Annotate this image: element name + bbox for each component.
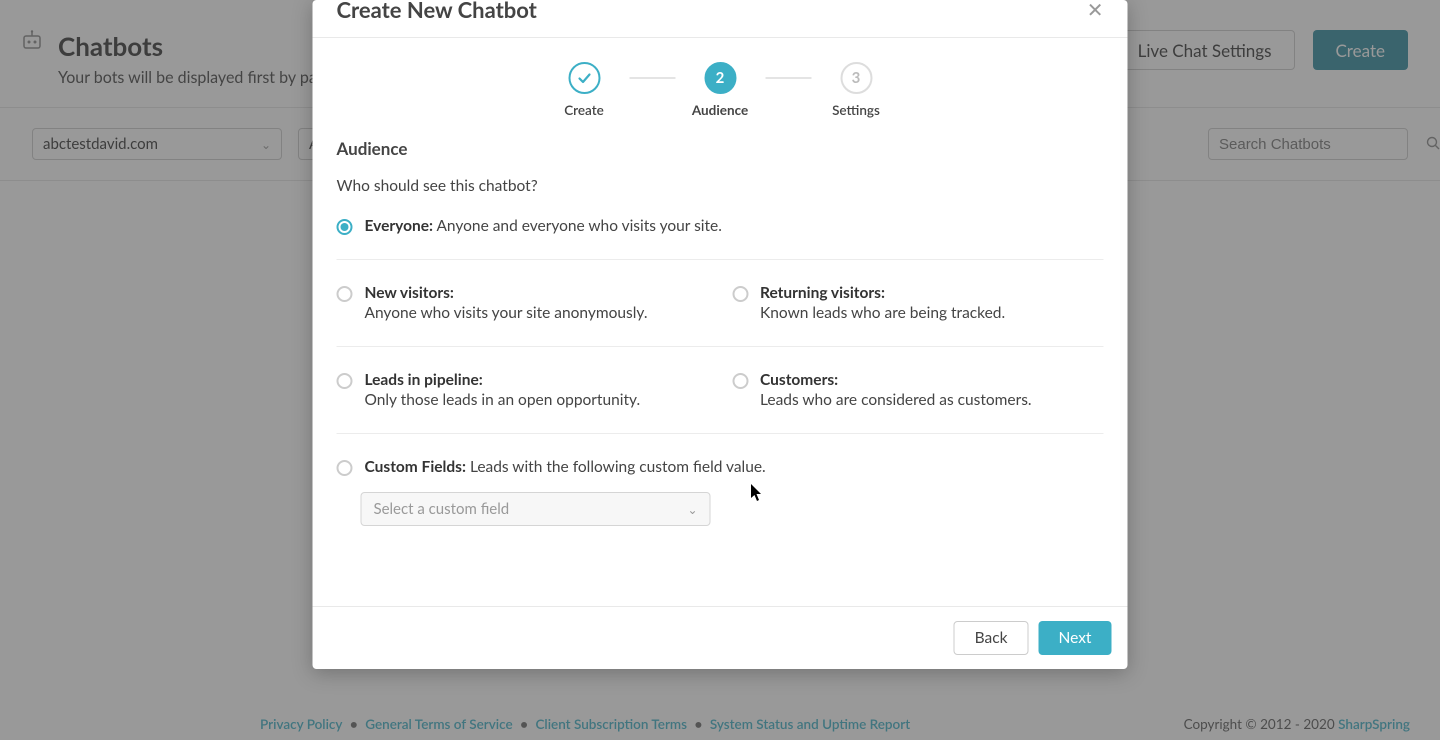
- radio-returning-visitors-label: Returning visitors:: [760, 284, 885, 302]
- radio-customers-label: Customers:: [760, 371, 838, 389]
- radio-everyone-input[interactable]: [337, 219, 353, 235]
- step-settings-label: Settings: [832, 102, 880, 118]
- chevron-down-icon: ⌄: [687, 502, 697, 517]
- stepper: Create 2 Audience 3 Settings: [337, 62, 1104, 118]
- stepper-line: [765, 77, 811, 79]
- step-audience[interactable]: 2 Audience: [675, 62, 765, 118]
- radio-new-visitors-label: New visitors:: [365, 284, 454, 302]
- step-create-circle: [568, 62, 600, 94]
- radio-leads-pipeline-label: Leads in pipeline:: [365, 371, 483, 389]
- radio-custom-fields-label: Custom Fields:: [365, 458, 466, 476]
- radio-leads-pipeline-desc: Only those leads in an open opportunity.: [365, 391, 641, 409]
- modal-title: Create New Chatbot: [337, 0, 537, 23]
- radio-customers-desc: Leads who are considered as customers.: [760, 391, 1032, 409]
- radio-custom-fields-input[interactable]: [337, 460, 353, 476]
- radio-custom-fields[interactable]: Custom Fields: Leads with the following …: [337, 456, 1104, 478]
- radio-everyone-label: Everyone:: [365, 217, 433, 235]
- stepper-line: [629, 77, 675, 79]
- radio-returning-visitors[interactable]: Returning visitors: Known leads who are …: [732, 282, 1104, 324]
- radio-customers[interactable]: Customers: Leads who are considered as c…: [732, 369, 1104, 411]
- audience-question: Who should see this chatbot?: [337, 177, 1104, 195]
- close-icon[interactable]: ✕: [1087, 0, 1104, 22]
- step-create-label: Create: [564, 102, 604, 118]
- custom-field-select-placeholder: Select a custom field: [374, 500, 510, 518]
- radio-custom-fields-desc: Leads with the following custom field va…: [470, 458, 766, 476]
- radio-returning-visitors-desc: Known leads who are being tracked.: [760, 304, 1005, 322]
- step-settings[interactable]: 3 Settings: [811, 62, 901, 118]
- next-button[interactable]: Next: [1039, 621, 1112, 655]
- radio-leads-pipeline[interactable]: Leads in pipeline: Only those leads in a…: [337, 369, 709, 411]
- radio-new-visitors-input[interactable]: [337, 286, 353, 302]
- radio-customers-input[interactable]: [732, 373, 748, 389]
- radio-everyone[interactable]: Everyone: Anyone and everyone who visits…: [337, 215, 1104, 237]
- step-create[interactable]: Create: [539, 62, 629, 118]
- radio-new-visitors-desc: Anyone who visits your site anonymously.: [365, 304, 648, 322]
- create-chatbot-modal: Create New Chatbot ✕ Create 2 Audience 3…: [313, 0, 1128, 669]
- radio-everyone-desc: Anyone and everyone who visits your site…: [436, 217, 721, 235]
- back-button[interactable]: Back: [954, 621, 1029, 655]
- radio-leads-pipeline-input[interactable]: [337, 373, 353, 389]
- section-title: Audience: [337, 138, 1104, 159]
- step-audience-circle: 2: [704, 62, 736, 94]
- custom-field-select[interactable]: Select a custom field ⌄: [361, 492, 711, 526]
- radio-returning-visitors-input[interactable]: [732, 286, 748, 302]
- step-audience-label: Audience: [692, 102, 748, 118]
- radio-new-visitors[interactable]: New visitors: Anyone who visits your sit…: [337, 282, 709, 324]
- step-settings-circle: 3: [840, 62, 872, 94]
